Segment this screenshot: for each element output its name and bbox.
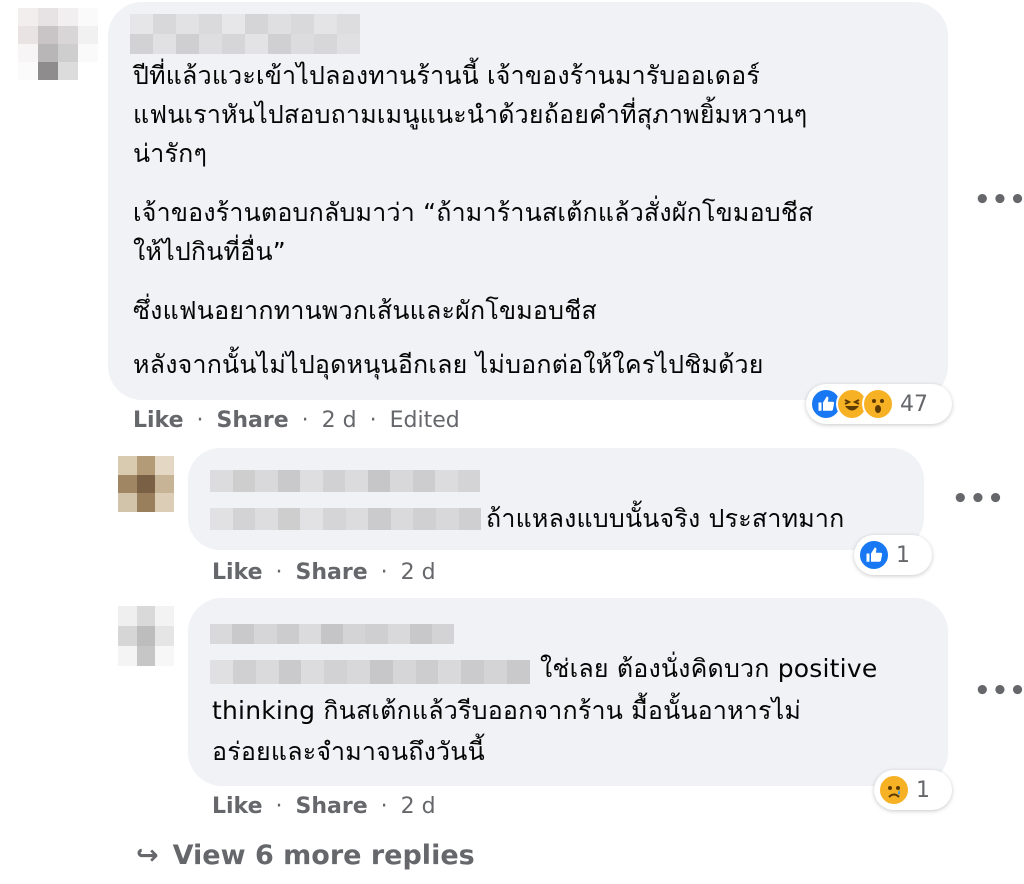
- share-link[interactable]: Share: [296, 560, 368, 585]
- reply2-actions: Like · Share · 2 d: [212, 794, 442, 819]
- reaction-count: 1: [896, 542, 910, 568]
- reply2-avatar[interactable]: [118, 606, 174, 666]
- reply1-text: ถ้าแหลงแบบนั้นจริง ประสาทมาก: [486, 504, 845, 533]
- reply2-mention-blurred[interactable]: [210, 660, 530, 684]
- separator: ·: [369, 408, 377, 433]
- reply2-text-line: thinking กินสเต้กแล้วรีบออกจากร้าน มื้อน…: [212, 696, 802, 725]
- like-link[interactable]: Like: [133, 408, 184, 433]
- comment-text-line: ปีที่แล้วแวะเข้าไปลองทานร้านนี้ เจ้าของร…: [133, 61, 761, 90]
- comment-options-button[interactable]: •••: [974, 185, 1024, 215]
- separator: ·: [380, 560, 388, 585]
- reply2-text-line: อร่อยและจำมาจนถึงวันนี้: [212, 737, 485, 766]
- reply2-options-button[interactable]: •••: [974, 676, 1024, 706]
- reply1-avatar[interactable]: [118, 456, 174, 512]
- comment-text-line: หลังจากนั้นไม่ไปอุดหนุนอีกเลย ไม่บอกต่อใ…: [133, 350, 764, 379]
- share-link[interactable]: Share: [296, 794, 368, 819]
- reply1-reactions[interactable]: 1: [854, 535, 932, 575]
- reply2-timestamp[interactable]: 2 d: [401, 794, 436, 819]
- separator: ·: [275, 560, 283, 585]
- commenter-avatar[interactable]: [18, 8, 98, 80]
- separator: ·: [301, 408, 309, 433]
- reply2-reactions[interactable]: 1: [874, 770, 952, 810]
- comment-text-line: แฟนเราหันไปสอบถามเมนูแนะนำด้วยถ้อยคำที่ส…: [133, 100, 808, 129]
- reply2-name-blurred[interactable]: [210, 624, 455, 644]
- reply1-options-button[interactable]: •••: [952, 484, 1005, 514]
- comment-text-line: น่ารักๆ: [133, 139, 208, 168]
- reaction-count: 1: [916, 777, 930, 803]
- separator: ·: [380, 794, 388, 819]
- comment-text-line: เจ้าของร้านตอบกลับมาว่า “ถ้ามาร้านสเต้กแ…: [133, 198, 814, 227]
- like-reaction-icon: [858, 539, 890, 571]
- view-more-replies-link[interactable]: ↪ View 6 more replies: [136, 840, 475, 871]
- commenter-name-blurred[interactable]: [130, 14, 360, 54]
- reply1-actions: Like · Share · 2 d: [212, 560, 442, 585]
- comment-text-line: ซึ่งแฟนอยากทานพวกเส้นและผักโขมอบชีส: [133, 296, 597, 325]
- view-more-label: View 6 more replies: [172, 840, 475, 871]
- like-link[interactable]: Like: [212, 794, 263, 819]
- comment-text-line: ให้ไปกินที่อื่น”: [133, 237, 286, 266]
- edited-label[interactable]: Edited: [390, 408, 460, 433]
- comment-actions: Like · Share · 2 d · Edited: [133, 408, 466, 433]
- reply1-mention-blurred[interactable]: [210, 508, 482, 530]
- comment-timestamp[interactable]: 2 d: [322, 408, 357, 433]
- separator: ·: [275, 794, 283, 819]
- reply1-name-blurred[interactable]: [210, 470, 480, 492]
- reply1-timestamp[interactable]: 2 d: [401, 560, 436, 585]
- comment-reactions[interactable]: 47: [806, 384, 952, 424]
- separator: ·: [196, 408, 204, 433]
- sad-reaction-icon: [878, 774, 910, 806]
- like-link[interactable]: Like: [212, 560, 263, 585]
- reply-arrow-icon: ↪: [136, 840, 159, 871]
- share-link[interactable]: Share: [217, 408, 289, 433]
- wow-reaction-icon: [862, 388, 894, 420]
- reply2-text-line: ใช่เลย ต้องนั่งคิดบวก positive: [540, 654, 878, 683]
- reaction-count: 47: [900, 391, 928, 417]
